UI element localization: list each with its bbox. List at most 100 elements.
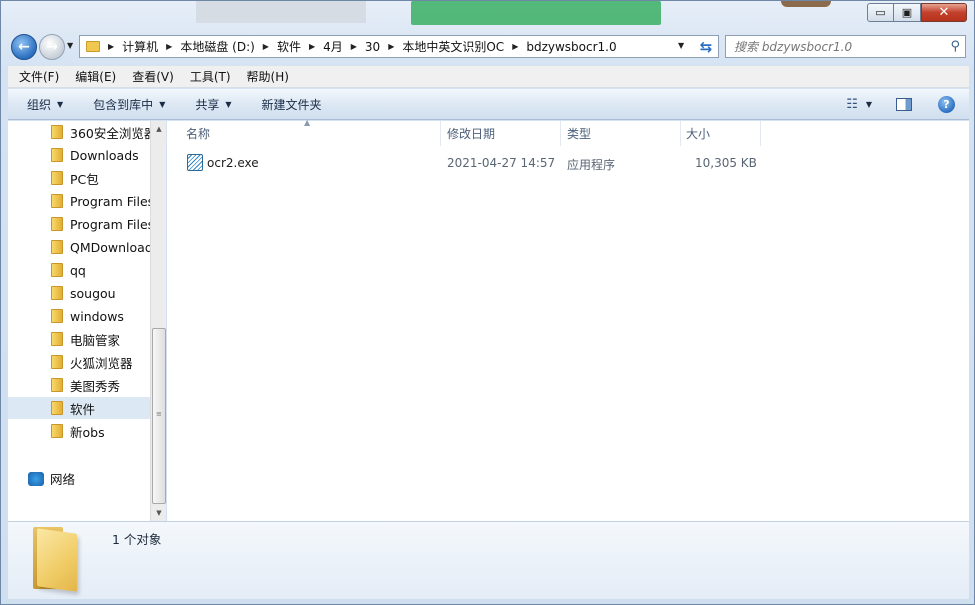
sidebar-item-label: Program Files (70, 216, 150, 232)
sidebar-item-program-files-x86[interactable]: Program Files (8, 213, 150, 235)
sidebar-item-windows[interactable]: windows (8, 305, 150, 327)
recent-pages-dropdown[interactable]: ▼ (67, 41, 73, 50)
folder-icon (51, 125, 63, 139)
folder-icon (51, 355, 63, 369)
view-dropdown-arrow-icon[interactable]: ▼ (866, 100, 872, 109)
search-icon[interactable]: ⚲ (950, 39, 960, 54)
breadcrumb-current[interactable]: bdzywsbocr1.0 (526, 40, 616, 54)
share-button[interactable]: 共享 ▼ (176, 96, 242, 113)
background-blur (411, 1, 661, 25)
new-folder-button[interactable]: 新建文件夹 (243, 96, 333, 113)
search-box[interactable]: ⚲ (725, 35, 966, 58)
navigation-pane: 360安全浏览器 Downloads PC包 Program Files Pro… (8, 121, 150, 521)
refresh-button[interactable]: ⇆ (693, 36, 719, 57)
breadcrumb-ocr-folder[interactable]: 本地中英文识别OC (402, 38, 504, 55)
folder-front (37, 528, 77, 592)
chevron-right-icon[interactable]: ▶ (263, 42, 269, 51)
chevron-right-icon[interactable]: ▶ (512, 42, 518, 51)
toolbar-right: ☷ ▼ ? (846, 89, 969, 120)
chevron-right-icon[interactable]: ▶ (351, 42, 357, 51)
folder-icon (51, 286, 63, 300)
folder-large-icon (31, 527, 77, 592)
column-header-type[interactable]: 类型 (561, 121, 681, 146)
sidebar-item-label: 电脑管家 (70, 332, 121, 348)
view-options-icon[interactable]: ☷ (846, 97, 858, 112)
sidebar-item-label: qq (70, 262, 86, 278)
sidebar-item-label: 网络 (50, 472, 76, 487)
sidebar-item-sougou[interactable]: sougou (8, 282, 150, 304)
chevron-right-icon[interactable]: ▶ (166, 42, 172, 51)
chevron-right-icon[interactable]: ▶ (388, 42, 394, 51)
file-row[interactable]: ocr2.exe 2021-04-27 14:57 应用程序 10,305 KB (167, 152, 969, 174)
breadcrumb-drive[interactable]: 本地磁盘 (D:) (180, 38, 254, 55)
forward-button[interactable]: → (39, 34, 65, 60)
sidebar-item-360browser[interactable]: 360安全浏览器 (8, 121, 150, 143)
sidebar-item-new-obs[interactable]: 新obs (8, 420, 150, 442)
breadcrumb-30[interactable]: 30 (365, 40, 380, 54)
back-button[interactable]: ← (11, 34, 37, 60)
include-in-library-button[interactable]: 包含到库中 ▼ (74, 96, 176, 113)
help-icon[interactable]: ? (938, 96, 955, 113)
menu-tools[interactable]: 工具(T) (179, 68, 236, 85)
sidebar-item-downloads[interactable]: Downloads (8, 144, 150, 166)
dropdown-arrow-icon: ▼ (225, 99, 232, 109)
sidebar-item-label: 软件 (70, 401, 96, 417)
sidebar-item-network[interactable]: 网络 (28, 469, 75, 488)
scroll-up-arrow-icon[interactable]: ▲ (151, 121, 167, 137)
folder-icon (51, 424, 63, 438)
breadcrumb-computer[interactable]: 计算机 (122, 38, 158, 55)
navigation-scrollbar[interactable]: ▲ ≡ ▼ (150, 121, 166, 521)
column-header-modified[interactable]: 修改日期 (441, 121, 561, 146)
address-dropdown[interactable]: ▼ (678, 41, 684, 50)
menu-edit[interactable]: 编辑(E) (64, 68, 121, 85)
scroll-down-arrow-icon[interactable]: ▼ (151, 505, 167, 521)
organize-button[interactable]: 组织 ▼ (8, 96, 74, 113)
scrollbar-thumb[interactable]: ≡ (152, 328, 166, 504)
breadcrumb-april[interactable]: 4月 (323, 38, 343, 55)
folder-icon (51, 401, 63, 415)
application-icon (187, 154, 203, 171)
explorer-window: ▭ ▣ ✕ ← → ▼ ▶ 计算机 ▶ 本地磁盘 (D:) ▶ 软件 ▶ 4月 … (0, 0, 975, 605)
chevron-right-icon[interactable]: ▶ (108, 42, 114, 51)
breadcrumb-software[interactable]: 软件 (277, 38, 301, 55)
sidebar-item-label: sougou (70, 285, 116, 301)
refresh-icon: ⇆ (699, 37, 713, 56)
search-input[interactable] (734, 39, 934, 54)
sidebar-item-program-files[interactable]: Program Files (8, 190, 150, 212)
sidebar-item-firefox[interactable]: 火狐浏览器 (8, 351, 150, 373)
column-header-size[interactable]: 大小 (681, 121, 761, 146)
folder-icon (51, 194, 63, 208)
chevron-right-icon[interactable]: ▶ (309, 42, 315, 51)
sort-ascending-icon: ▲ (304, 118, 311, 127)
sidebar-item-label: windows (70, 308, 124, 324)
sidebar-item-pc-manager[interactable]: 电脑管家 (8, 328, 150, 350)
sidebar-item-label: 美图秀秀 (70, 378, 121, 394)
sidebar-item-qq[interactable]: qq (8, 259, 150, 281)
arrow-left-icon: ← (18, 39, 30, 55)
close-button[interactable]: ✕ (921, 3, 967, 22)
sidebar-item-meitu[interactable]: 美图秀秀 (8, 374, 150, 396)
address-bar[interactable]: ▶ 计算机 ▶ 本地磁盘 (D:) ▶ 软件 ▶ 4月 ▶ 30 ▶ 本地中英文… (79, 35, 719, 58)
sidebar-item-software[interactable]: 软件 (8, 397, 150, 419)
menu-file[interactable]: 文件(F) (8, 68, 64, 85)
sidebar-item-pc-pack[interactable]: PC包 (8, 167, 150, 189)
sidebar-item-label: PC包 (70, 171, 99, 187)
grip-icon: ≡ (156, 410, 162, 418)
command-bar: 组织 ▼ 包含到库中 ▼ 共享 ▼ 新建文件夹 ☷ ▼ ? (8, 89, 969, 120)
sidebar-item-label: 新obs (70, 424, 105, 440)
minimize-button[interactable]: ▭ (867, 3, 894, 22)
column-header-name[interactable]: 名称 ▲ (167, 118, 441, 146)
file-size: 10,305 KB (695, 156, 757, 170)
sidebar-item-qmdownload[interactable]: QMDownload (8, 236, 150, 258)
folder-icon (86, 41, 100, 52)
menu-view[interactable]: 查看(V) (121, 68, 179, 85)
folder-icon (51, 240, 63, 254)
network-icon (28, 471, 44, 486)
column-header-label: 名称 (186, 127, 211, 141)
menu-help[interactable]: 帮助(H) (236, 68, 294, 85)
maximize-button[interactable]: ▣ (894, 3, 921, 22)
details-pane: 1 个对象 (8, 521, 969, 599)
menu-bar: 文件(F) 编辑(E) 查看(V) 工具(T) 帮助(H) (8, 66, 969, 88)
preview-pane-icon[interactable] (896, 98, 912, 111)
column-header-label: 类型 (567, 127, 592, 141)
